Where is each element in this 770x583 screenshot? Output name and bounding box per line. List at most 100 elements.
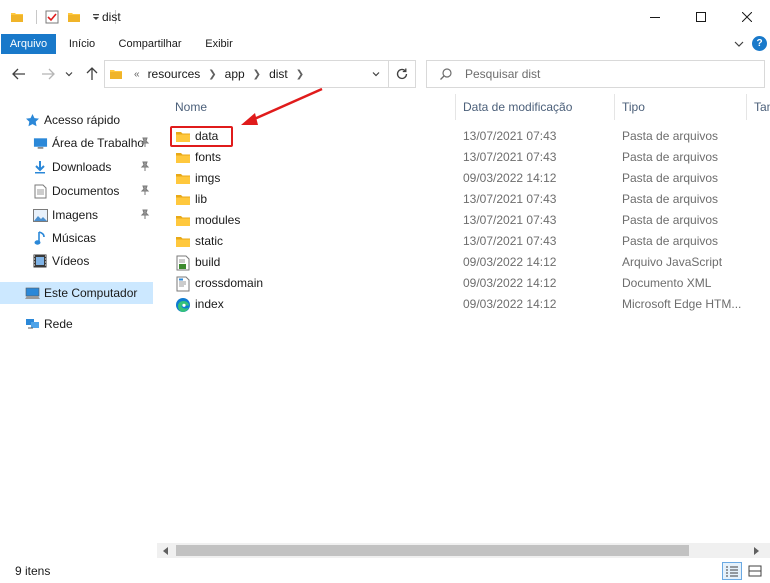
- breadcrumb-app[interactable]: app: [224, 67, 246, 81]
- javascript-file-icon: [175, 255, 191, 271]
- nav-network[interactable]: Rede: [24, 313, 73, 335]
- column-divider[interactable]: [614, 94, 615, 120]
- breadcrumb-overflow[interactable]: «: [134, 69, 140, 80]
- nav-item-label: Área de Trabalho: [52, 136, 145, 150]
- column-header-name[interactable]: Nome: [175, 94, 455, 120]
- nav-item-pictures[interactable]: Imagens: [32, 204, 155, 226]
- properties-icon[interactable]: [43, 8, 61, 26]
- table-row[interactable]: lib 13/07/2021 07:43 Pasta de arquivos: [157, 189, 757, 210]
- xml-file-icon: [175, 276, 191, 292]
- nav-item-music[interactable]: Músicas: [32, 227, 155, 249]
- file-name: build: [195, 255, 221, 269]
- scroll-left-button[interactable]: [157, 543, 174, 558]
- file-type: Pasta de arquivos: [622, 192, 719, 206]
- file-date: 09/03/2022 14:12: [463, 297, 557, 311]
- table-row[interactable]: data 13/07/2021 07:43 Pasta de arquivos: [157, 126, 757, 147]
- file-type: Documento XML: [622, 276, 712, 290]
- toolbar-divider: [36, 10, 37, 24]
- file-date: 13/07/2021 07:43: [463, 192, 557, 206]
- scroll-right-button[interactable]: [747, 543, 764, 558]
- table-row[interactable]: modules 13/07/2021 07:43 Pasta de arquiv…: [157, 210, 757, 231]
- new-folder-icon[interactable]: [65, 8, 83, 26]
- minimize-icon: [650, 17, 660, 18]
- breadcrumb-resources[interactable]: resources: [147, 67, 202, 81]
- nav-item-desktop[interactable]: Área de Trabalho: [32, 132, 155, 154]
- folder-icon: [175, 234, 191, 250]
- expand-ribbon-button[interactable]: [732, 37, 746, 51]
- search-box[interactable]: Pesquisar dist: [426, 60, 765, 88]
- back-button[interactable]: [9, 64, 29, 84]
- ribbon-tabs: Arquivo Início Compartilhar Exibir ?: [0, 34, 770, 54]
- download-icon: [32, 159, 48, 175]
- nav-quick-access[interactable]: Acesso rápido: [24, 109, 120, 131]
- arrow-right-icon: [42, 68, 55, 80]
- arrow-left-icon: [12, 68, 25, 80]
- nav-item-documents[interactable]: Documentos: [32, 180, 155, 202]
- refresh-button[interactable]: [388, 60, 416, 88]
- chevron-right-icon[interactable]: ❯: [253, 69, 261, 80]
- folder-icon: [175, 150, 191, 166]
- star-icon: [24, 112, 40, 128]
- chevron-right-icon[interactable]: ❯: [296, 69, 304, 80]
- address-history-button[interactable]: [365, 61, 387, 87]
- column-header-type[interactable]: Tipo: [622, 94, 742, 120]
- refresh-icon: [396, 68, 407, 80]
- close-button[interactable]: [724, 0, 770, 34]
- video-icon: [32, 253, 48, 269]
- column-divider[interactable]: [746, 94, 747, 120]
- breadcrumb-dist[interactable]: dist: [268, 67, 289, 81]
- details-view-button[interactable]: [722, 562, 742, 580]
- large-icons-view-button[interactable]: [745, 562, 765, 580]
- column-header-size[interactable]: Tam: [754, 94, 770, 120]
- column-divider[interactable]: [455, 94, 456, 120]
- tab-arquivo[interactable]: Arquivo: [1, 34, 56, 54]
- network-icon: [24, 316, 40, 332]
- chevron-down-icon: [65, 72, 73, 77]
- column-header-date[interactable]: Data de modificação: [463, 94, 613, 120]
- scrollbar-thumb[interactable]: [176, 545, 689, 556]
- file-date: 13/07/2021 07:43: [463, 150, 557, 164]
- table-row[interactable]: static 13/07/2021 07:43 Pasta de arquivo…: [157, 231, 757, 252]
- pin-icon: [140, 209, 150, 223]
- nav-item-videos[interactable]: Vídeos: [32, 250, 155, 272]
- table-row[interactable]: fonts 13/07/2021 07:43 Pasta de arquivos: [157, 147, 757, 168]
- chevron-right-icon[interactable]: ❯: [208, 69, 216, 80]
- table-row[interactable]: build 09/03/2022 14:12 Arquivo JavaScrip…: [157, 252, 757, 273]
- recent-locations-button[interactable]: [62, 64, 76, 84]
- minimize-button[interactable]: [632, 0, 678, 34]
- horizontal-scrollbar[interactable]: [157, 543, 770, 558]
- up-button[interactable]: [82, 64, 102, 84]
- chevron-down-icon: [372, 72, 380, 77]
- music-icon: [32, 230, 48, 246]
- nav-network-label: Rede: [44, 317, 73, 331]
- nav-item-label: Vídeos: [52, 254, 90, 268]
- help-button[interactable]: ?: [752, 36, 767, 51]
- file-name: index: [195, 297, 224, 311]
- tab-compartilhar[interactable]: Compartilhar: [112, 34, 188, 54]
- title-bar: dist: [0, 0, 770, 34]
- table-row[interactable]: index 09/03/2022 14:12 Microsoft Edge HT…: [157, 294, 757, 315]
- file-type: Arquivo JavaScript: [622, 255, 723, 269]
- pictures-icon: [32, 207, 48, 223]
- file-type: Pasta de arquivos: [622, 150, 719, 164]
- tab-exibir[interactable]: Exibir: [198, 34, 240, 54]
- nav-item-downloads[interactable]: Downloads: [32, 156, 155, 178]
- table-row[interactable]: imgs 09/03/2022 14:12 Pasta de arquivos: [157, 168, 757, 189]
- forward-button[interactable]: [38, 64, 58, 84]
- search-icon: [439, 67, 453, 84]
- maximize-button[interactable]: [678, 0, 724, 34]
- file-name: modules: [195, 213, 241, 227]
- arrow-left-icon: [162, 546, 168, 555]
- nav-this-pc[interactable]: Este Computador: [0, 282, 153, 304]
- item-count: 9 itens: [15, 564, 51, 578]
- table-row[interactable]: crossdomain 09/03/2022 14:12 Documento X…: [157, 273, 757, 294]
- address-bar[interactable]: « resources ❯ app ❯ dist ❯: [104, 60, 389, 88]
- nav-item-label: Documentos: [52, 184, 120, 198]
- file-list: Nome Data de modificação Tipo Tam data 1…: [157, 94, 770, 558]
- folder-icon[interactable]: [8, 8, 26, 26]
- file-explorer-window: dist Arquivo Início Compartilhar Exibir …: [0, 0, 770, 583]
- tab-inicio[interactable]: Início: [62, 34, 102, 54]
- nav-item-label: Músicas: [52, 231, 97, 245]
- file-date: 13/07/2021 07:43: [463, 213, 557, 227]
- file-name: lib: [195, 192, 208, 206]
